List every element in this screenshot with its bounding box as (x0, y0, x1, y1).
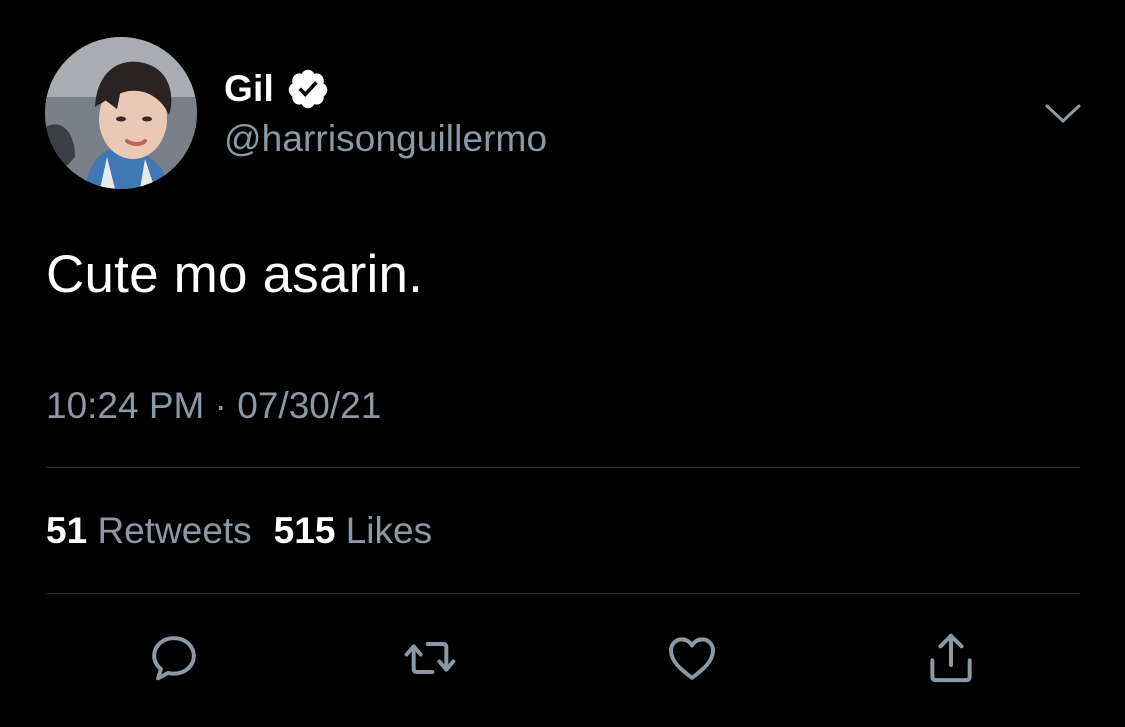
retweets-count: 51 (46, 510, 88, 551)
tweet-date: 07/30/21 (237, 385, 382, 426)
tweet-text: Cute mo asarin. (46, 245, 424, 304)
like-button[interactable] (660, 626, 724, 690)
display-name[interactable]: Gil (224, 68, 274, 110)
likes-label: Likes (345, 510, 433, 551)
avatar[interactable] (45, 37, 197, 189)
share-icon (930, 633, 972, 683)
avatar-photo (45, 37, 197, 189)
tweet-timestamp[interactable]: 10:24 PM · 07/30/21 (46, 385, 381, 427)
heart-icon (669, 637, 715, 680)
share-button[interactable] (919, 626, 983, 690)
tweet-stats: 51 Retweets 515 Likes (46, 510, 432, 552)
verified-badge-icon (286, 67, 330, 111)
tweet-time: 10:24 PM (46, 385, 205, 426)
tweet-actions (0, 626, 1125, 690)
chevron-down-icon (1045, 104, 1081, 123)
retweet-icon (404, 642, 456, 674)
likes-stat[interactable]: 515 Likes (274, 510, 432, 552)
reply-button[interactable] (142, 626, 206, 690)
retweets-stat[interactable]: 51 Retweets (46, 510, 252, 552)
user-handle[interactable]: @harrisonguillermo (224, 118, 547, 160)
reply-icon (152, 636, 196, 681)
retweet-button[interactable] (398, 626, 462, 690)
divider (46, 467, 1080, 468)
tweet-detail: Gil @harrisonguillermo Cute mo asarin. 1… (0, 0, 1125, 727)
meta-separator: · (204, 385, 238, 426)
likes-count: 515 (273, 510, 336, 551)
retweets-label: Retweets (97, 510, 252, 551)
more-options-button[interactable] (1038, 92, 1088, 136)
user-name-row[interactable]: Gil (224, 66, 330, 112)
divider (46, 593, 1080, 594)
